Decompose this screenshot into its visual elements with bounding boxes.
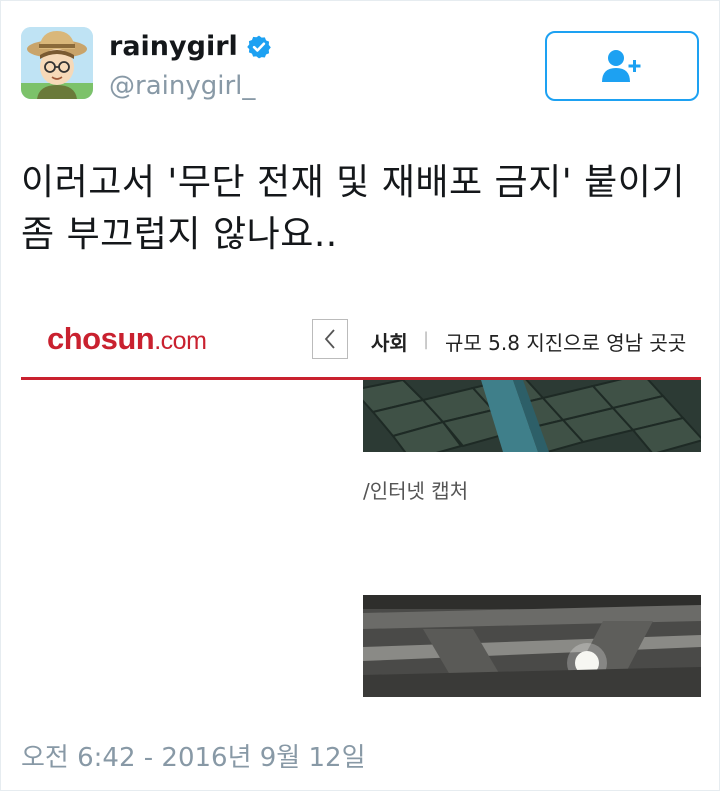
cartoon-avatar-icon: [21, 27, 93, 99]
chevron-left-icon: [324, 329, 335, 349]
tweet-timestamp[interactable]: 오전 6:42 - 2016년 9월 12일: [21, 737, 366, 774]
article-headline: 규모 5.8 지진으로 영남 곳곳: [445, 331, 687, 355]
section-separator: |: [423, 329, 430, 350]
logo-suffix-text: .com: [154, 327, 207, 355]
follow-button[interactable]: [545, 31, 699, 101]
tweet-text-line-1: 이러고서 '무단 전재 및 재배포 금지' 붙이기: [21, 162, 685, 203]
user-handle[interactable]: @rainygirl_: [109, 71, 255, 101]
section-label: 사회: [371, 331, 408, 355]
display-name[interactable]: rainygirl: [109, 31, 238, 62]
logo-main-text: chosun: [47, 321, 155, 356]
add-user-icon: [602, 50, 641, 82]
chosun-logo: chosun.com: [47, 321, 207, 357]
tweet-text: 이러고서 '무단 전재 및 재배포 금지' 붙이기 좀 부끄럽지 않나요..: [21, 157, 701, 261]
subway-photo-top: [363, 380, 701, 452]
display-name-row[interactable]: rainygirl: [109, 31, 272, 62]
embedded-screenshot-image[interactable]: chosun.com 사회 | 규모 5.8 지진으로 영남 곳곳 /인터넷 캡…: [21, 297, 701, 697]
avatar[interactable]: [21, 27, 93, 99]
verified-badge-icon: [246, 35, 271, 58]
back-button: [312, 319, 348, 359]
tweet-card: rainygirl @rainygirl_ 이러고서 '무단 전재 및 재배포 …: [0, 0, 720, 791]
ceiling-photo: [363, 595, 701, 697]
subway-photo-bottom: [363, 595, 701, 697]
tweet-text-line-2: 좀 부끄럽지 않나요..: [21, 214, 338, 255]
photo-caption: /인터넷 캡처: [363, 479, 469, 503]
tile-wall-photo: [363, 380, 701, 452]
